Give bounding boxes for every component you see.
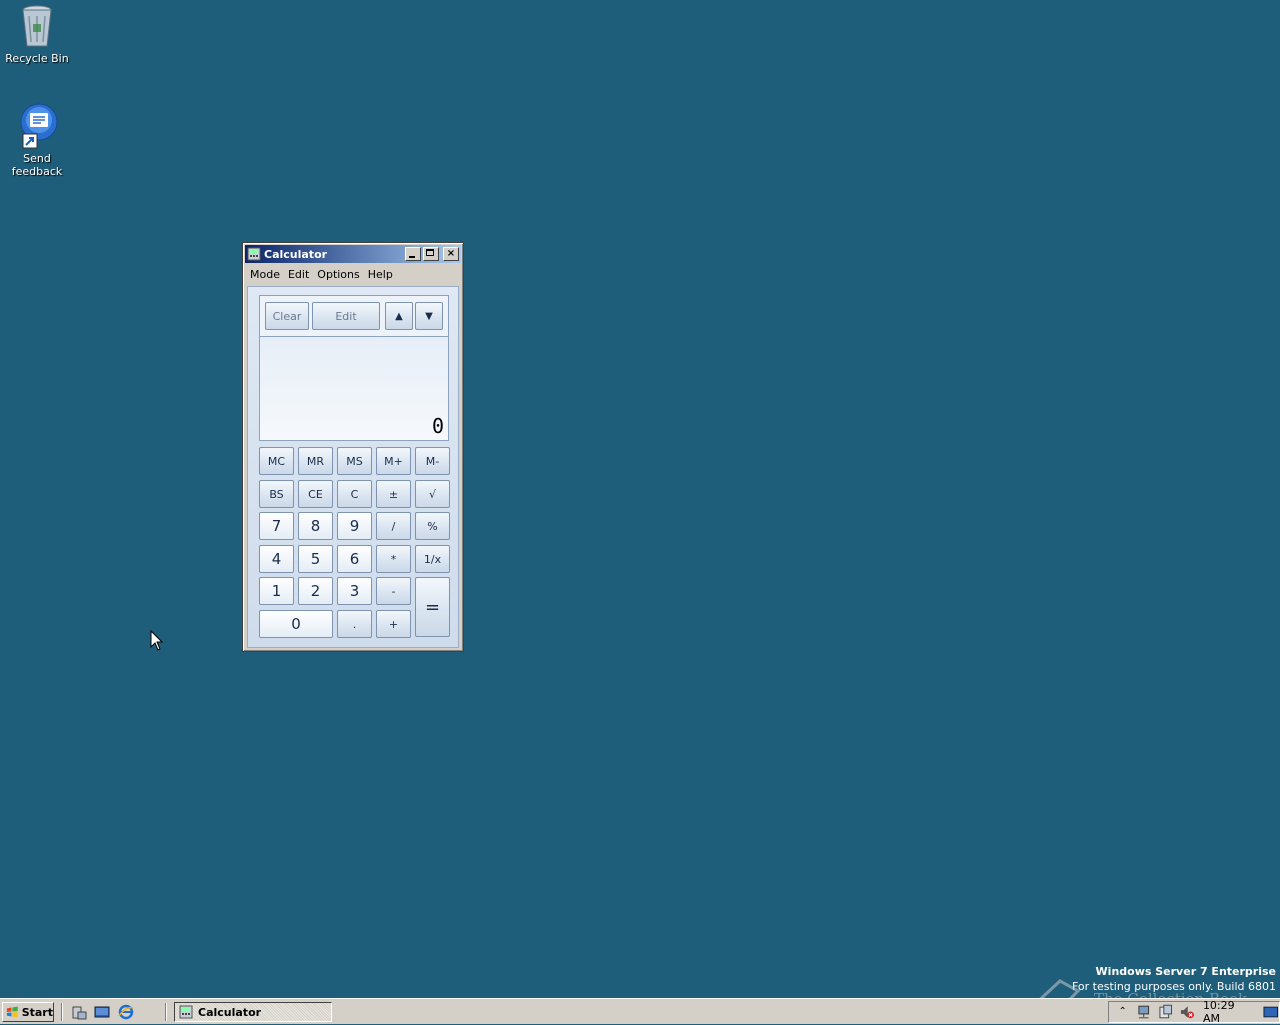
- equals-button[interactable]: =: [415, 577, 450, 637]
- menu-bar: Mode Edit Options Help: [246, 265, 460, 283]
- windows-flag-icon: [6, 1006, 18, 1018]
- digit-1-button[interactable]: 1: [259, 577, 294, 605]
- task-label: Calculator: [198, 1005, 262, 1019]
- divide-button[interactable]: /: [376, 512, 411, 540]
- maximize-icon: [426, 249, 434, 256]
- close-icon: ×: [446, 248, 456, 259]
- menu-options[interactable]: Options: [313, 268, 363, 281]
- calculator-app-icon: [247, 247, 261, 261]
- show-desktop-tray-icon[interactable]: [1263, 1004, 1279, 1020]
- desktop-icon-send-feedback[interactable]: Send feedback: [0, 102, 74, 178]
- taskbar-separator: [165, 1003, 167, 1021]
- recycle-bin-icon: [13, 2, 61, 50]
- maximize-button[interactable]: [423, 247, 439, 261]
- digit-5-button[interactable]: 5: [298, 545, 333, 573]
- digit-4-button[interactable]: 4: [259, 545, 294, 573]
- plus-minus-button[interactable]: ±: [376, 480, 411, 508]
- history-clear-button[interactable]: Clear: [265, 302, 309, 330]
- decimal-button[interactable]: .: [337, 610, 372, 638]
- reciprocal-button[interactable]: 1/x: [415, 545, 450, 573]
- os-edition-text: Windows Server 7 Enterprise: [1095, 965, 1276, 978]
- desktop-icon-recycle-bin[interactable]: Recycle Bin: [0, 2, 74, 65]
- tray-expand-icon[interactable]: ⌃: [1115, 1004, 1130, 1020]
- internet-explorer-icon[interactable]: [118, 1004, 134, 1020]
- subtract-button[interactable]: -: [376, 577, 411, 605]
- recycle-bin-label: Recycle Bin: [5, 52, 69, 65]
- clear-button[interactable]: C: [337, 480, 372, 508]
- start-button[interactable]: Start: [2, 1002, 54, 1022]
- display-screen: 0: [260, 336, 448, 440]
- server-manager-icon[interactable]: [71, 1004, 87, 1020]
- add-button[interactable]: +: [376, 610, 411, 638]
- clock[interactable]: 10:29 AM: [1203, 999, 1254, 1025]
- calculator-body: Clear Edit ▲ ▼ 0 MC MR MS M+ M- BS CE C …: [247, 286, 459, 648]
- mc-button[interactable]: MC: [259, 447, 294, 475]
- close-button[interactable]: ×: [443, 247, 459, 261]
- show-desktop-icon[interactable]: [94, 1004, 110, 1020]
- calculator-window[interactable]: Calculator × Mode Edit Options Help Clea…: [242, 242, 464, 652]
- digit-2-button[interactable]: 2: [298, 577, 333, 605]
- history-up-button[interactable]: ▲: [385, 302, 413, 330]
- m-plus-button[interactable]: M+: [376, 447, 411, 475]
- arrow-down-icon: ▼: [425, 310, 433, 322]
- mouse-cursor-icon: [150, 630, 164, 651]
- title-bar[interactable]: Calculator ×: [245, 245, 461, 263]
- digit-8-button[interactable]: 8: [298, 512, 333, 540]
- clear-entry-button[interactable]: CE: [298, 480, 333, 508]
- volume-muted-icon[interactable]: [1179, 1004, 1195, 1020]
- digit-9-button[interactable]: 9: [337, 512, 372, 540]
- taskbar: Start Calculator ⌃ 10:29 AM: [0, 998, 1280, 1025]
- ms-button[interactable]: MS: [337, 447, 372, 475]
- network-icon[interactable]: [1136, 1004, 1151, 1020]
- m-minus-button[interactable]: M-: [415, 447, 450, 475]
- digit-6-button[interactable]: 6: [337, 545, 372, 573]
- minimize-button[interactable]: [405, 247, 421, 261]
- action-center-icon[interactable]: [1158, 1004, 1173, 1020]
- menu-help[interactable]: Help: [364, 268, 397, 281]
- mr-button[interactable]: MR: [298, 447, 333, 475]
- taskbar-calculator-button[interactable]: Calculator: [174, 1002, 332, 1022]
- send-feedback-label: Send feedback: [11, 152, 63, 178]
- backspace-button[interactable]: BS: [259, 480, 294, 508]
- menu-mode[interactable]: Mode: [246, 268, 284, 281]
- digit-0-button[interactable]: 0: [259, 610, 333, 638]
- arrow-up-icon: ▲: [395, 310, 403, 322]
- digit-7-button[interactable]: 7: [259, 512, 294, 540]
- feedback-icon: [13, 102, 61, 150]
- history-edit-button[interactable]: Edit: [312, 302, 380, 330]
- percent-button[interactable]: %: [415, 512, 450, 540]
- minimize-icon: [409, 256, 415, 258]
- sqrt-button[interactable]: √: [415, 480, 450, 508]
- window-title: Calculator: [264, 247, 328, 261]
- start-label: Start: [21, 1005, 53, 1019]
- system-tray: ⌃ 10:29 AM: [1108, 999, 1280, 1025]
- menu-edit[interactable]: Edit: [284, 268, 313, 281]
- history-down-button[interactable]: ▼: [415, 302, 443, 330]
- display-frame: Clear Edit ▲ ▼ 0: [259, 295, 449, 441]
- calculator-app-icon: [179, 1005, 193, 1019]
- multiply-button[interactable]: *: [376, 545, 411, 573]
- digit-3-button[interactable]: 3: [337, 577, 372, 605]
- display-value: 0: [431, 414, 444, 438]
- taskbar-separator: [61, 1003, 63, 1021]
